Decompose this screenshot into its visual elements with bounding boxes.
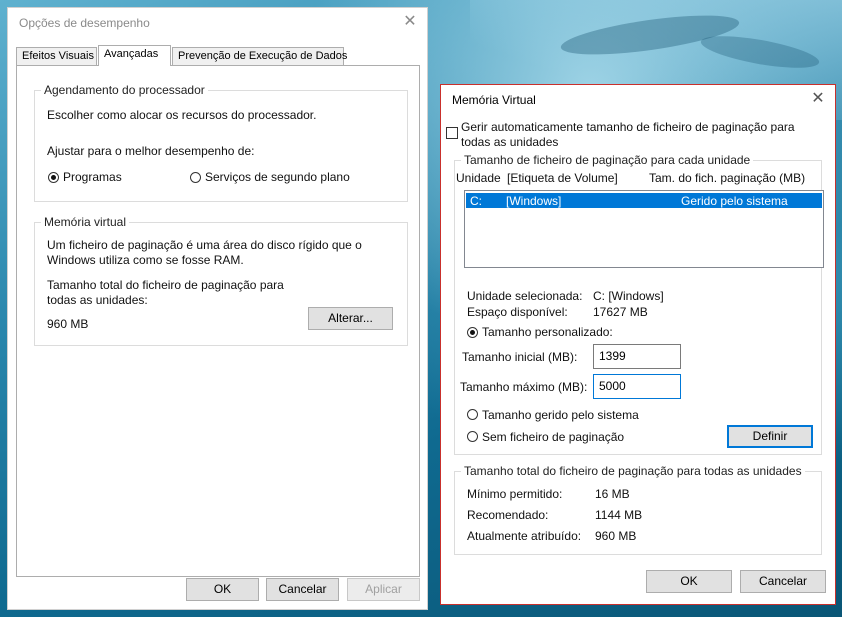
total-size-label-1: Tamanho total do ficheiro de paginação p… <box>47 278 284 292</box>
apply-button[interactable]: Aplicar <box>347 578 420 601</box>
free-space-label: Espaço disponível: <box>467 305 568 319</box>
virtual-description-1: Um ficheiro de paginação é uma área do d… <box>47 238 362 252</box>
system-managed-radio[interactable] <box>467 409 478 420</box>
auto-manage-label-1[interactable]: Gerir automaticamente tamanho de ficheir… <box>461 120 795 134</box>
auto-manage-checkbox[interactable] <box>446 127 458 139</box>
adjust-label: Ajustar para o melhor desempenho de: <box>47 144 255 158</box>
drive-paging-size: Gerido pelo sistema <box>681 194 788 208</box>
cancel-button[interactable]: Cancelar <box>266 578 339 601</box>
currently-allocated-value: 960 MB <box>595 529 637 543</box>
recommended-value: 1144 MB <box>595 508 643 522</box>
auto-manage-label-2[interactable]: todas as unidades <box>461 135 558 149</box>
background-services-radio[interactable] <box>190 172 201 183</box>
virtual-memory-window: Memória Virtual ✕ Gerir automaticamente … <box>440 84 836 605</box>
system-managed-label[interactable]: Tamanho gerido pelo sistema <box>482 408 639 422</box>
virtual-memory-group: Memória virtual Um ficheiro de paginação… <box>34 215 408 346</box>
change-button[interactable]: Alterar... <box>308 307 393 330</box>
ok-button[interactable]: OK <box>646 570 732 593</box>
tab-panel-advanced: Agendamento do processador Escolher como… <box>16 65 420 577</box>
group-label: Tamanho de ficheiro de paginação para ca… <box>461 153 754 167</box>
drive-row[interactable]: C: [Windows] Gerido pelo sistema <box>466 193 822 208</box>
initial-size-input[interactable]: 1399 <box>593 344 681 369</box>
close-icon[interactable]: ✕ <box>801 85 835 115</box>
total-size-value: 960 MB <box>47 317 89 331</box>
virtual-description-2: Windows utiliza como se fosse RAM. <box>47 253 244 267</box>
selected-drive-label: Unidade selecionada: <box>467 289 583 303</box>
window-title: Memória Virtual <box>452 93 536 107</box>
performance-options-window: Opções de desempenho ✕ Efeitos Visuais A… <box>7 7 428 610</box>
window-title: Opções de desempenho <box>19 16 150 30</box>
title-bar: Opções de desempenho ✕ <box>8 8 427 38</box>
programs-radio[interactable] <box>48 172 59 183</box>
cancel-button[interactable]: Cancelar <box>740 570 826 593</box>
group-label: Agendamento do processador <box>41 83 208 97</box>
group-label: Memória virtual <box>41 215 130 229</box>
programs-label[interactable]: Programas <box>63 170 122 184</box>
recommended-label: Recomendado: <box>467 508 549 522</box>
tab-visual-effects[interactable]: Efeitos Visuais <box>16 47 97 65</box>
initial-size-label: Tamanho inicial (MB): <box>462 350 578 364</box>
processor-description: Escolher como alocar os recursos do proc… <box>47 108 317 122</box>
no-paging-label[interactable]: Sem ficheiro de paginação <box>482 430 624 444</box>
no-paging-radio[interactable] <box>467 431 478 442</box>
tab-data-execution-prevention[interactable]: Prevenção de Execução de Dados <box>172 47 347 65</box>
close-icon[interactable]: ✕ <box>393 8 427 38</box>
column-volume-label: [Etiqueta de Volume] <box>507 171 618 185</box>
custom-size-label[interactable]: Tamanho personalizado: <box>482 325 613 339</box>
selected-drive-value: C: [Windows] <box>593 289 664 303</box>
drive-list[interactable]: C: [Windows] Gerido pelo sistema <box>464 190 824 268</box>
tab-advanced[interactable]: Avançadas <box>98 45 171 66</box>
drive-volume-label: [Windows] <box>506 194 562 208</box>
title-bar: Memória Virtual ✕ <box>441 85 835 115</box>
min-allowed-value: 16 MB <box>595 487 630 501</box>
total-size-label-2: todas as unidades: <box>47 293 148 307</box>
group-label: Tamanho total do ficheiro de paginação p… <box>461 464 805 478</box>
drive-letter: C: <box>470 194 482 208</box>
max-size-label: Tamanho máximo (MB): <box>460 380 588 394</box>
processor-scheduling-group: Agendamento do processador Escolher como… <box>34 83 408 202</box>
background-services-label[interactable]: Serviços de segundo plano <box>205 170 350 184</box>
ok-button[interactable]: OK <box>186 578 259 601</box>
set-button[interactable]: Definir <box>727 425 813 448</box>
custom-size-radio[interactable] <box>467 327 478 338</box>
max-size-input[interactable]: 5000 <box>593 374 681 399</box>
free-space-value: 17627 MB <box>593 305 648 319</box>
currently-allocated-label: Atualmente atribuído: <box>467 529 582 543</box>
column-drive: Unidade <box>456 171 501 185</box>
column-paging-size: Tam. do fich. paginação (MB) <box>649 171 806 185</box>
min-allowed-label: Mínimo permitido: <box>467 487 563 501</box>
